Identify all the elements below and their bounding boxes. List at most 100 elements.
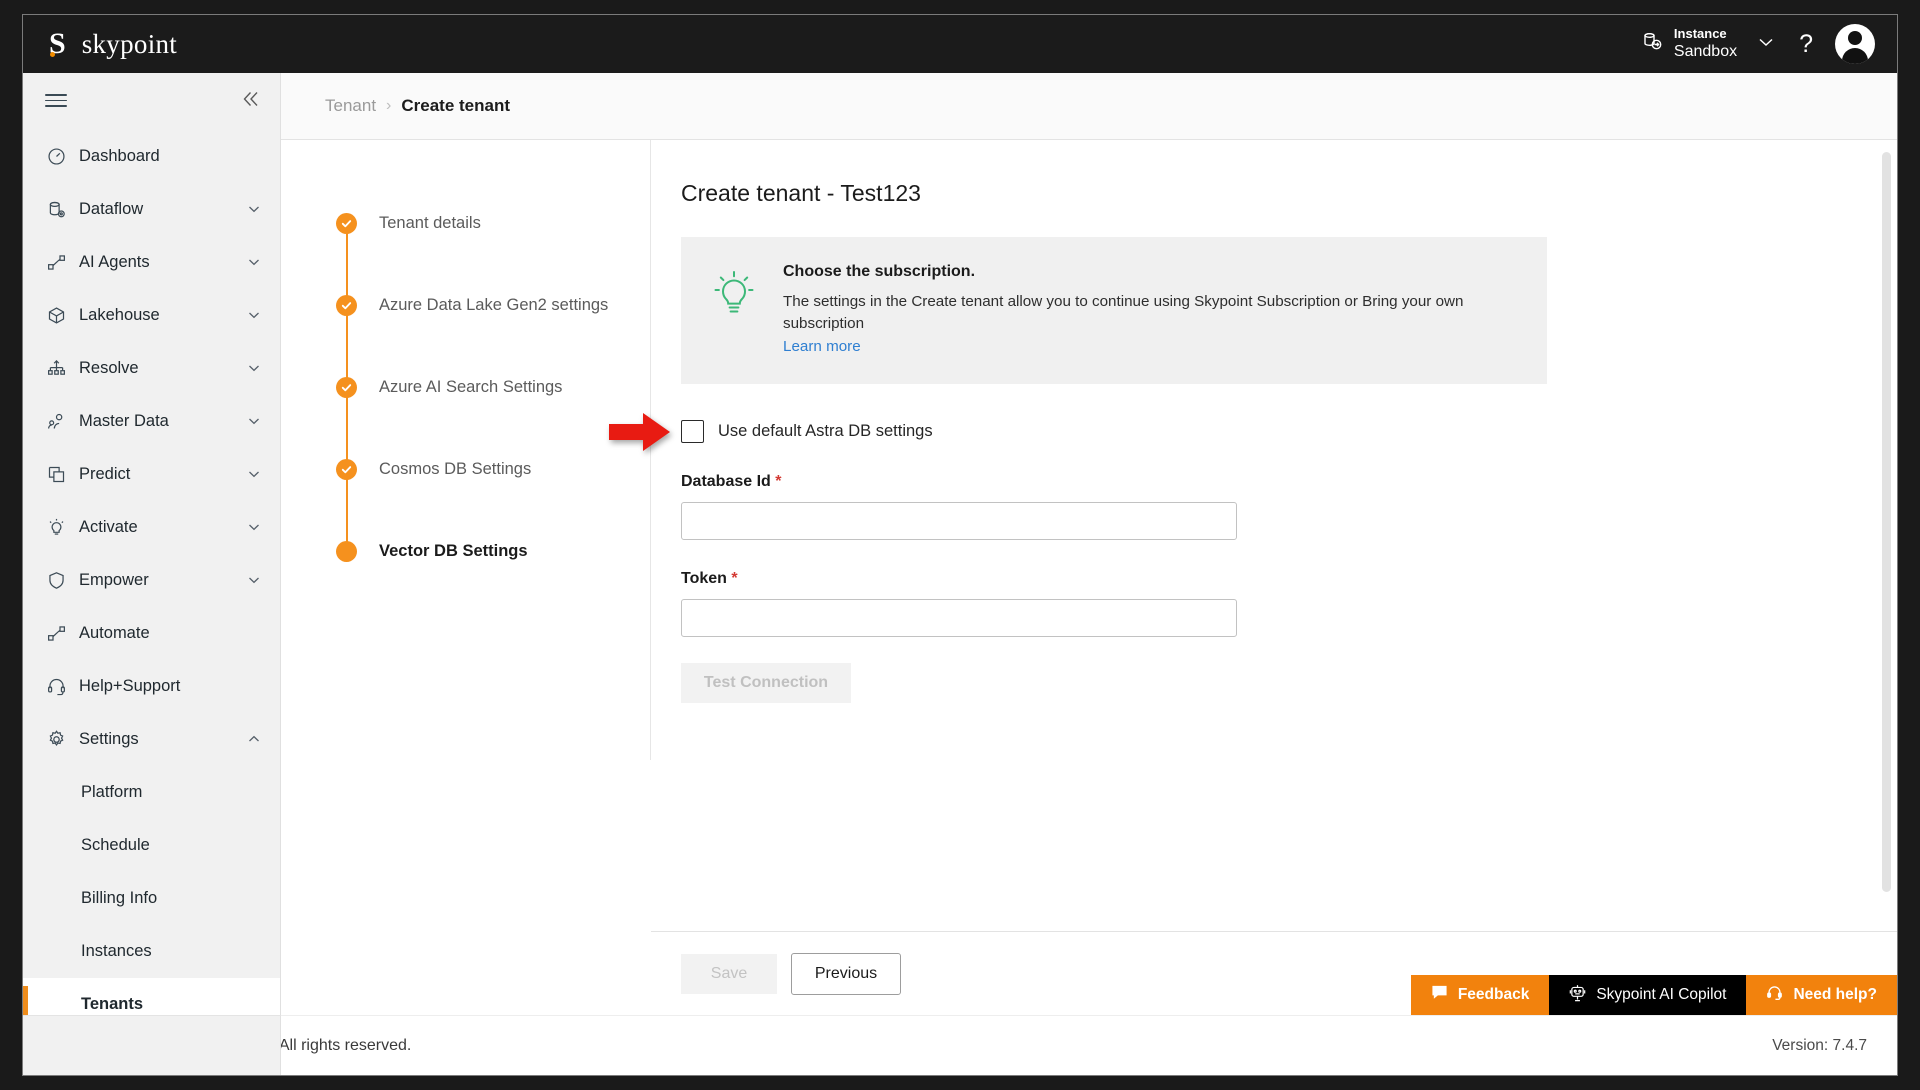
sidebar-item-label: Help+Support [79,677,262,696]
step-label: Tenant details [379,214,481,233]
nodes-icon [45,252,67,274]
sidebar-item-platform[interactable]: Platform [23,766,280,819]
sidebar-item-schedule[interactable]: Schedule [23,819,280,872]
chevron-down-icon[interactable] [246,466,262,484]
hamburger-menu-icon[interactable] [45,94,67,107]
sidebar-item-resolve[interactable]: Resolve [23,342,280,395]
wizard-panel: Tenant details Azure Data Lake Gen2 sett… [281,139,1897,1015]
instance-icon [1641,30,1665,59]
sidebar-item-lakehouse[interactable]: Lakehouse [23,289,280,342]
chevron-down-icon[interactable] [1755,31,1777,58]
tip-body: The settings in the Create tenant allow … [783,291,1517,335]
step-vector-db[interactable]: Vector DB Settings [336,510,650,592]
sidebar-item-ai-agents[interactable]: AI Agents [23,236,280,289]
field-label: Database Id * [681,473,1897,491]
sidebar-item-label: Resolve [79,359,234,378]
sidebar-item-empower[interactable]: Empower [23,554,280,607]
top-bar-right: Instance Sandbox ? [1641,24,1875,64]
chevron-down-icon[interactable] [246,519,262,537]
sidebar-item-predict[interactable]: Predict [23,448,280,501]
sidebar-item-activate[interactable]: Activate [23,501,280,554]
form-pane: Create tenant - Test123 [651,140,1897,931]
sidebar-item-automate[interactable]: Automate [23,607,280,660]
instance-selector[interactable]: Instance Sandbox [1641,26,1737,61]
headset-icon [45,676,67,698]
squares-icon [45,464,67,486]
use-default-astra-db-label[interactable]: Use default Astra DB settings [718,422,933,441]
previous-button[interactable]: Previous [791,953,901,995]
feedback-button[interactable]: Feedback [1411,975,1550,1015]
sidebar-item-dashboard[interactable]: Dashboard [23,130,280,183]
wizard-stepper: Tenant details Azure Data Lake Gen2 sett… [281,140,651,760]
chevron-down-icon[interactable] [246,307,262,325]
use-default-astra-db-checkbox[interactable] [681,420,704,443]
database-id-input[interactable] [681,502,1237,540]
dataflow-icon [45,199,67,221]
subscription-tip-banner: Choose the subscription. The settings in… [681,237,1547,384]
sidebar-item-label: Dataflow [79,200,234,219]
chevron-up-icon[interactable] [246,731,262,749]
content-area: Tenant › Create tenant [281,73,1897,1015]
save-button[interactable]: Save [681,954,777,994]
sidebar-item-billing-info[interactable]: Billing Info [23,872,280,925]
step-cosmos-db[interactable]: Cosmos DB Settings [336,428,650,510]
sidebar-subitem-label: Schedule [81,836,150,855]
help-icon[interactable]: ? [1795,32,1817,57]
chevron-down-icon[interactable] [246,254,262,272]
sidebar-item-label: Dashboard [79,147,262,166]
skypoint-ai-copilot-button[interactable]: Skypoint AI Copilot [1549,975,1746,1015]
test-connection-button[interactable]: Test Connection [681,663,851,703]
step-azure-ai-search[interactable]: Azure AI Search Settings [336,346,650,428]
sidebar-item-tenants[interactable]: Tenants [23,978,280,1015]
cube-icon [45,305,67,327]
step-tenant-details[interactable]: Tenant details [336,182,650,264]
copyright-suffix: All rights reserved. [279,1037,412,1054]
breadcrumb: Tenant › Create tenant [281,73,1897,139]
learn-more-link[interactable]: Learn more [783,338,861,355]
field-database-id: Database Id * [681,473,1897,540]
sidebar-subitem-label: Platform [81,783,142,802]
chevron-down-icon[interactable] [246,201,262,219]
chevron-down-icon[interactable] [246,413,262,431]
chevron-down-icon[interactable] [246,572,262,590]
sidebar-header [23,73,280,128]
chevron-down-icon[interactable] [246,360,262,378]
breadcrumb-parent[interactable]: Tenant [325,96,376,116]
instance-value: Sandbox [1674,42,1737,62]
shield-icon [45,570,67,592]
sidebar-item-master-data[interactable]: Master Data [23,395,280,448]
step-label: Azure AI Search Settings [379,378,562,397]
vertical-scrollbar[interactable] [1882,152,1891,892]
footer-sidebar-filler [23,1015,281,1075]
brand-name: skypoint [82,29,177,60]
feedback-label: Feedback [1458,986,1530,1004]
avatar[interactable] [1835,24,1875,64]
version-label: Version: 7.4.7 [1772,1037,1867,1055]
step-label: Azure Data Lake Gen2 settings [379,296,608,315]
field-label-text: Database Id [681,473,771,490]
brand-logo[interactable]: S skypoint [49,29,177,60]
bulb-icon [45,517,67,539]
sidebar-item-dataflow[interactable]: Dataflow [23,183,280,236]
sidebar-item-help-support[interactable]: Help+Support [23,660,280,713]
field-label-text: Token [681,570,727,587]
step-label: Cosmos DB Settings [379,460,531,479]
sidebar-item-label: Lakehouse [79,306,234,325]
collapse-sidebar-icon[interactable] [238,87,262,115]
need-help-button[interactable]: Need help? [1746,975,1897,1015]
gear-icon [45,729,67,751]
step-complete-icon [336,377,357,398]
sidebar-nav: Dashboard Dataflow [23,128,280,1015]
sidebar-item-instances[interactable]: Instances [23,925,280,978]
step-azure-data-lake[interactable]: Azure Data Lake Gen2 settings [336,264,650,346]
merge-icon [45,358,67,380]
wizard-body: Tenant details Azure Data Lake Gen2 sett… [281,140,1897,931]
field-label: Token * [681,570,1897,588]
token-input[interactable] [681,599,1237,637]
sidebar-item-settings[interactable]: Settings [23,713,280,766]
headset-icon [1766,984,1783,1006]
tip-heading: Choose the subscription. [783,263,1517,281]
sidebar-item-label: Automate [79,624,262,643]
sidebar-item-label: Activate [79,518,234,537]
sidebar-item-label: Predict [79,465,234,484]
